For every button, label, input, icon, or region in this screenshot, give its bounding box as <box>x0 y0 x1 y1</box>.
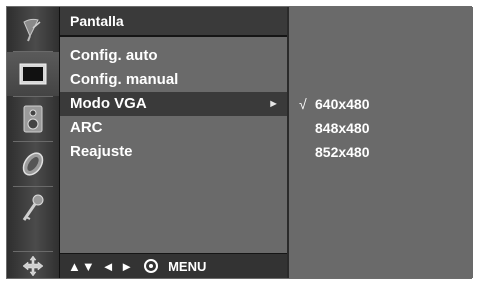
clock-icon <box>18 149 48 179</box>
osd-menu: Pantalla Config. auto Config. manual Mod… <box>6 6 473 279</box>
category-antenna[interactable] <box>7 7 59 51</box>
menu-item-label: Config. manual <box>70 71 179 88</box>
ok-button-icon <box>144 259 159 273</box>
menu-header: Pantalla <box>60 7 287 37</box>
category-lock[interactable] <box>7 187 59 231</box>
submenu-item-label: 852x480 <box>315 144 370 160</box>
menu-list: Config. auto Config. manual Modo VGA ► A… <box>60 44 287 164</box>
submenu-item-848x480[interactable]: 848x480 <box>289 116 473 140</box>
key-icon <box>18 192 48 226</box>
menu-panel: Pantalla Config. auto Config. manual Mod… <box>60 7 295 278</box>
check-icon: √ <box>299 96 307 112</box>
submenu-item-640x480[interactable]: √ 640x480 <box>289 92 473 116</box>
antenna-icon <box>18 14 48 44</box>
menu-key-label: MENU <box>168 258 207 274</box>
move-icon <box>22 255 44 277</box>
submenu-item-852x480[interactable]: 852x480 <box>289 140 473 164</box>
menu-item-config-manual[interactable]: Config. manual <box>60 68 287 92</box>
submenu-list: √ 640x480 848x480 852x480 <box>289 92 473 164</box>
submenu-panel: √ 640x480 848x480 852x480 <box>287 7 473 278</box>
menu-item-label: Reajuste <box>70 143 133 160</box>
speaker-icon <box>21 104 45 134</box>
menu-item-label: ARC <box>70 119 103 136</box>
up-down-arrows-icon: ▲▼ <box>68 258 96 274</box>
category-time[interactable] <box>7 142 59 186</box>
menu-item-label: Modo VGA <box>70 95 147 112</box>
menu-item-config-auto[interactable]: Config. auto <box>60 44 287 68</box>
submenu-arrow-icon: ► <box>268 98 279 110</box>
menu-footer: ▲▼ ◄ ► MENU <box>60 253 295 278</box>
menu-title: Pantalla <box>70 13 124 29</box>
menu-item-label: Config. auto <box>70 47 158 64</box>
category-audio[interactable] <box>7 97 59 141</box>
submenu-item-label: 640x480 <box>315 96 370 112</box>
navigation-hint <box>7 253 59 279</box>
left-right-arrows-icon: ◄ ► <box>101 258 135 274</box>
submenu-item-label: 848x480 <box>315 120 370 136</box>
category-screen[interactable] <box>7 52 59 96</box>
menu-item-arc[interactable]: ARC <box>60 116 287 140</box>
icon-divider <box>13 251 53 252</box>
category-icon-bar <box>7 7 60 278</box>
menu-item-reajuste[interactable]: Reajuste <box>60 140 287 164</box>
menu-item-modo-vga[interactable]: Modo VGA ► <box>60 92 287 116</box>
screen-icon <box>18 61 48 87</box>
